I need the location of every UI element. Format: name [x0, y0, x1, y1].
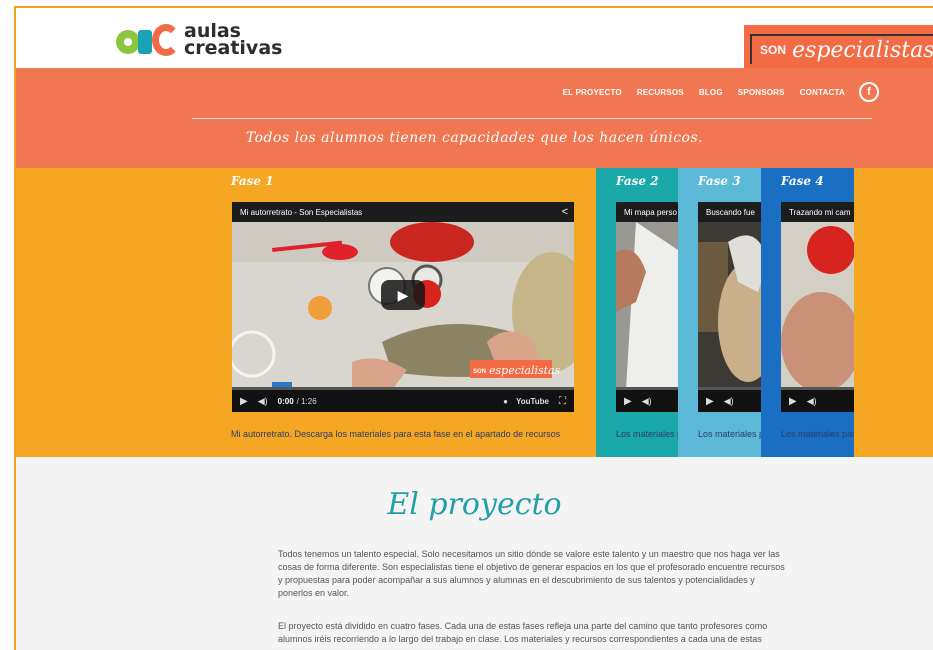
phase-3-play-icon[interactable]: ▶ [706, 396, 714, 407]
video-time-current: 0:00 [277, 396, 294, 406]
watermark-son: SON [473, 369, 486, 375]
phases-section: Fase 1 SON especialistas Mi autorretrato… [16, 168, 933, 457]
video-title[interactable]: Mi autorretrato - Son Especialistas [232, 202, 574, 222]
phase-4-video-title[interactable]: Trazando mi cam [781, 202, 854, 222]
phase-1-caption: Mi autorretrato. Descarga los materiales… [231, 429, 561, 439]
frame-border-left [14, 6, 16, 650]
banner-tagline: Todos los alumnos tienen capacidades que… [245, 130, 704, 146]
phase-2-thumbnail [616, 222, 678, 390]
banner-divider [192, 118, 872, 119]
nav-sponsors[interactable]: SPONSORS [738, 88, 785, 97]
phase-2-volume-icon[interactable]: ◀) [642, 396, 652, 407]
logo-mark-icon [116, 22, 182, 58]
project-section: El proyecto Todos tenemos un talento esp… [16, 457, 933, 650]
play-button[interactable]: ▶ [381, 280, 425, 310]
phase-4-thumbnail [781, 222, 854, 392]
project-title: El proyecto [387, 487, 562, 522]
phase-2-video[interactable]: Mi mapa perso ▶ ◀) [616, 202, 678, 412]
phase-2-video-title[interactable]: Mi mapa perso [616, 202, 678, 222]
page: aulas creativas SON especialistas EL PRO… [0, 0, 933, 650]
phase-3-video[interactable]: Buscando fue ▶ ◀) [698, 202, 761, 412]
son-especialistas-badge: SON especialistas [744, 25, 933, 68]
nav-el-proyecto[interactable]: EL PROYECTO [563, 88, 622, 97]
phase-4-video[interactable]: Trazando mi cam ▶ ◀) [781, 202, 854, 412]
phase-3-video-title[interactable]: Buscando fue [698, 202, 761, 222]
phase-2-caption: Los materiales p [616, 429, 678, 439]
frame-border-top [14, 6, 933, 8]
phase-3-volume-icon[interactable]: ◀) [724, 396, 734, 407]
site-logo[interactable]: aulas creativas [116, 20, 282, 60]
phase-2-panel[interactable]: Fase 2 Mi mapa perso ▶ ◀) Los materiales… [596, 168, 678, 457]
fullscreen-icon[interactable]: ⛶ [559, 396, 566, 407]
settings-icon[interactable]: ● [503, 397, 508, 406]
phase-4-play-icon[interactable]: ▶ [789, 396, 797, 407]
phase-4-caption: Los materiales par [781, 429, 854, 439]
nav-recursos[interactable]: RECURSOS [637, 88, 684, 97]
top-banner: EL PROYECTO RECURSOS BLOG SPONSORS CONTA… [16, 68, 933, 168]
phase-1-video[interactable]: SON especialistas Mi autorretrato - Son … [232, 202, 574, 412]
nav-blog[interactable]: BLOG [699, 88, 723, 97]
phase-4-title: Fase 4 [781, 174, 824, 188]
video-controls: ▶ ◀) 0:00 / 1:26 ● YouTube ⛶ [232, 390, 574, 412]
phase-4-panel[interactable]: Fase 4 Trazando mi cam ▶ ◀) Los material… [761, 168, 854, 457]
share-icon[interactable]: < [562, 206, 568, 218]
video-time-total: / 1:26 [296, 396, 317, 406]
logo-text: aulas creativas [184, 22, 283, 59]
site-header: aulas creativas SON especialistas [16, 8, 933, 68]
phase-3-thumbnail [698, 222, 761, 390]
main-nav: EL PROYECTO RECURSOS BLOG SPONSORS CONTA… [548, 82, 879, 102]
nav-contacta[interactable]: CONTACTA [800, 88, 845, 97]
phase-4-volume-icon[interactable]: ◀) [807, 396, 817, 407]
youtube-icon[interactable]: YouTube [516, 397, 549, 406]
phase-3-caption: Los materiales p [698, 429, 761, 439]
phase-3-title: Fase 3 [698, 174, 741, 188]
play-icon[interactable]: ▶ [240, 396, 248, 407]
phase-3-controls: ▶ ◀) [698, 390, 761, 412]
phase-2-controls: ▶ ◀) [616, 390, 678, 412]
facebook-icon[interactable]: f [859, 82, 879, 102]
project-paragraph-1: Todos tenemos un talento especial. Solo … [278, 549, 785, 598]
badge-especialistas-label: especialistas [792, 37, 933, 63]
project-paragraph-2: El proyecto está dividido en cuatro fase… [278, 621, 768, 644]
logo-line-2: creativas [184, 37, 283, 59]
phase-2-title: Fase 2 [616, 174, 659, 188]
phase-3-panel[interactable]: Fase 3 Buscando fue ▶ ◀) Los materiales … [678, 168, 761, 457]
phase-4-controls: ▶ ◀) [781, 390, 854, 412]
phase-1-title: Fase 1 [231, 174, 274, 188]
volume-icon[interactable]: ◀) [258, 396, 268, 407]
badge-son-label: SON [760, 43, 787, 57]
phase-2-play-icon[interactable]: ▶ [624, 396, 632, 407]
watermark-especialistas: especialistas [489, 364, 561, 377]
